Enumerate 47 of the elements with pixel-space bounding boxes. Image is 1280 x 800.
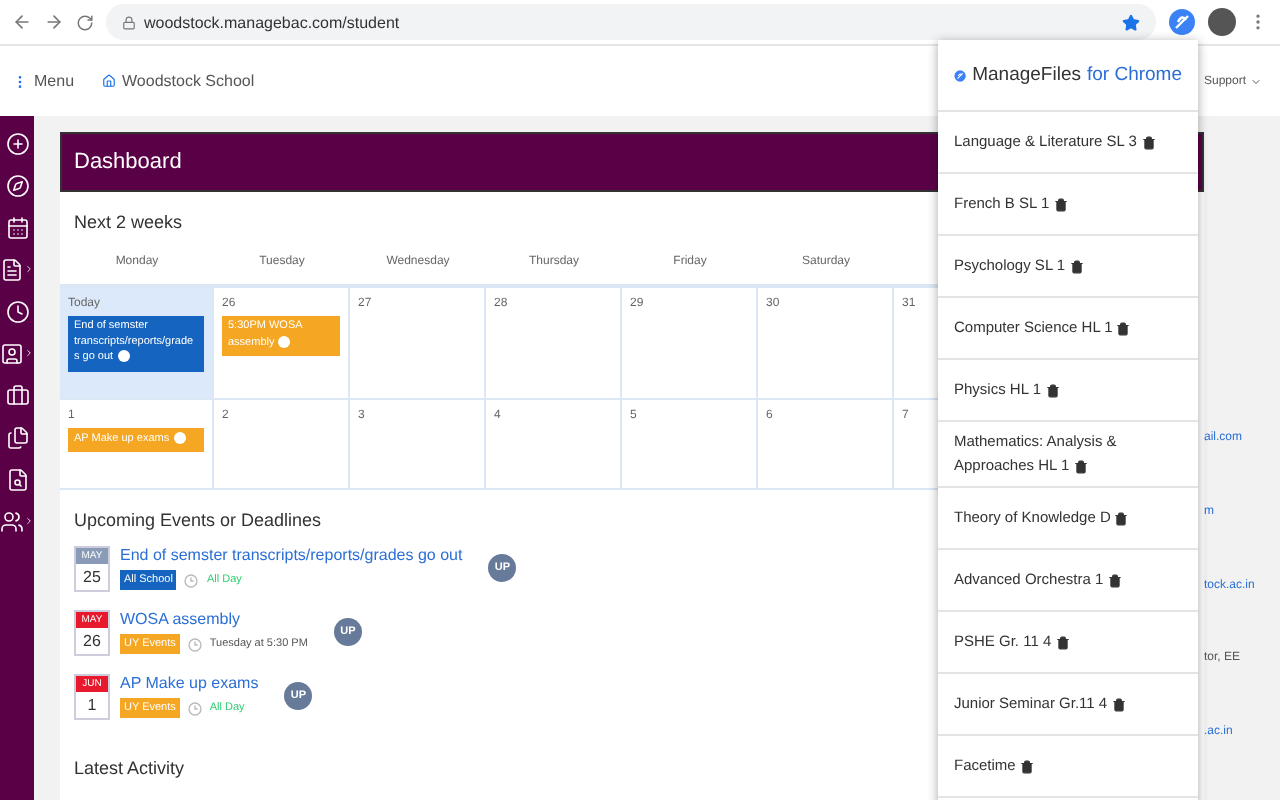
section-title: Next 2 weeks xyxy=(74,212,183,232)
files-icon[interactable] xyxy=(5,425,29,449)
clock-icon[interactable] xyxy=(5,299,29,323)
trash-icon[interactable] xyxy=(1073,459,1088,474)
trash-icon[interactable] xyxy=(1107,573,1122,588)
address-bar[interactable]: woodstock.managebac.com/student xyxy=(106,4,1156,40)
forward-icon[interactable] xyxy=(44,12,64,32)
reload-icon[interactable] xyxy=(76,13,94,31)
lock-icon xyxy=(122,15,136,29)
event-link[interactable]: AP Make up exams xyxy=(120,674,259,692)
chevron-icon xyxy=(24,264,34,274)
trash-icon[interactable] xyxy=(1069,259,1084,274)
extension-icon[interactable] xyxy=(1168,8,1196,36)
chevron-icon xyxy=(24,348,34,358)
user-card-icon[interactable] xyxy=(0,341,24,365)
trash-icon[interactable] xyxy=(1055,635,1070,650)
profile-avatar[interactable] xyxy=(1208,8,1236,36)
calendar-icon[interactable] xyxy=(5,215,29,239)
popup-title: ManageFiles xyxy=(972,64,1081,86)
chevron-icon xyxy=(24,516,34,526)
trash-icon[interactable] xyxy=(1114,511,1129,526)
event-link[interactable]: WOSA assembly xyxy=(120,610,308,628)
school-link[interactable]: Woodstock School xyxy=(102,72,255,90)
section-title: Upcoming Events or Deadlines xyxy=(74,510,322,530)
trash-icon[interactable] xyxy=(1045,383,1060,398)
file-search-icon[interactable] xyxy=(5,467,29,491)
popup-subtitle: for Chrome xyxy=(1086,64,1182,86)
clock-icon xyxy=(184,573,199,587)
event-link[interactable]: End of semster transcripts/reports/grades go out xyxy=(120,546,463,564)
trash-icon[interactable] xyxy=(1141,135,1156,150)
briefcase-icon[interactable] xyxy=(5,383,29,407)
menu-button[interactable]: Menu xyxy=(12,72,75,90)
home-icon xyxy=(102,74,117,88)
caret-icon xyxy=(1250,75,1262,87)
back-icon[interactable] xyxy=(12,12,32,32)
document-icon[interactable] xyxy=(0,257,24,281)
trash-icon[interactable] xyxy=(1116,321,1131,336)
users-icon[interactable] xyxy=(0,509,24,533)
compass-icon[interactable] xyxy=(5,173,29,197)
trash-icon[interactable] xyxy=(1111,697,1126,712)
clock-icon xyxy=(187,701,202,715)
plus-circle-icon[interactable] xyxy=(5,131,29,155)
section-title: Latest Activity xyxy=(74,758,185,778)
clock-icon xyxy=(187,637,202,651)
trash-icon[interactable] xyxy=(1019,759,1034,774)
trash-icon[interactable] xyxy=(1053,197,1068,212)
star-icon[interactable] xyxy=(1122,13,1140,31)
